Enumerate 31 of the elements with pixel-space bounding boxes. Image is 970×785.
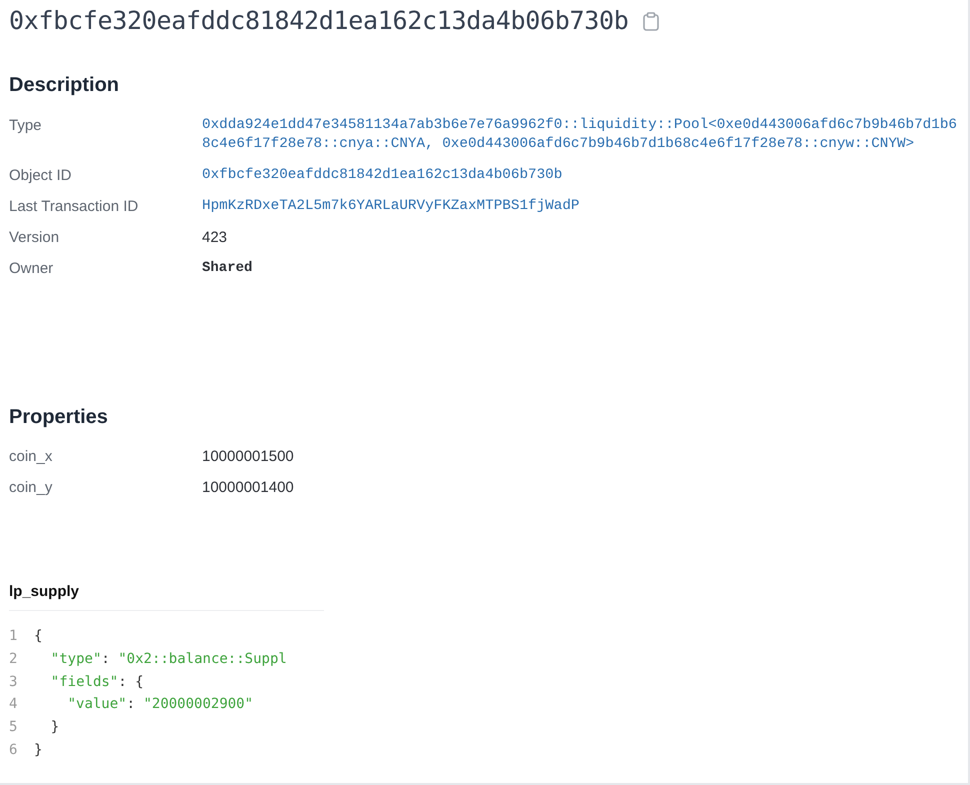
field-heading: lp_supply: [9, 583, 324, 611]
line-number: 1: [9, 627, 18, 646]
section-heading: Description: [9, 74, 120, 97]
code-line: }: [34, 740, 42, 760]
object-id-title: 0xfbcfe320eafddc81842d1ea162c13da4b06b730b: [9, 6, 629, 34]
id-link[interactable]: 0xfbcfe320eafddc81842d1ea162c13da4b06b730b: [202, 166, 960, 185]
field-label: Owner: [9, 259, 54, 278]
line-number: 5: [9, 718, 18, 738]
property-name: coin_x: [9, 447, 54, 466]
line-number: 6: [9, 740, 18, 760]
id-link[interactable]: 0xdda924e1dd47e34581134a7ab3b6e7e76a9962f0::liquidity::Pool<0xe0d443006afd6c7b9b46b7d1b68c4e6f17f28e78::cnya::CNYA, 0xe0d443006afd6c7b9b46b7d1b68c4e6f17f28e78::cnyw::CNYW>: [202, 116, 960, 154]
id-link[interactable]: HpmKzRDxeTA2L5m7k6YARLaURVyFKZaxMTPBS1fjWadP: [202, 197, 960, 216]
field-label: Object ID: [9, 166, 73, 185]
property-value: 10000001500: [202, 447, 295, 466]
property-value: 10000001400: [202, 478, 295, 497]
code-line: "type": "0x2::balance::Suppl: [50, 650, 287, 669]
line-number: 2: [9, 650, 18, 669]
field-label: Last Transaction ID: [9, 197, 140, 216]
owner-value: Shared: [202, 259, 254, 278]
field-value: 423: [202, 228, 228, 247]
line-number: 3: [9, 672, 18, 692]
field-label: Type: [9, 116, 43, 136]
line-number: 4: [9, 695, 18, 714]
property-name: coin_y: [9, 478, 54, 497]
code-line: "value": "20000002900": [68, 695, 254, 714]
field-label: Version: [9, 228, 60, 247]
section-heading: Properties: [9, 406, 109, 429]
code-line: {: [34, 627, 42, 646]
code-line: "fields": {: [50, 672, 144, 692]
code-line: }: [50, 718, 60, 738]
copy-icon[interactable]: [642, 12, 659, 30]
